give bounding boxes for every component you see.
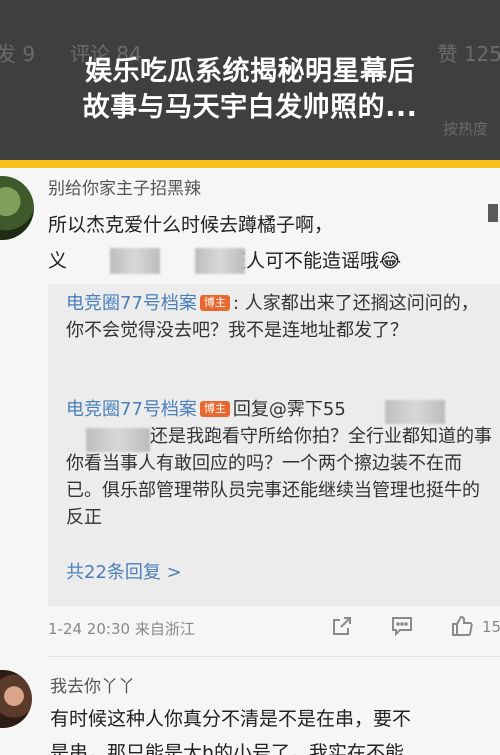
avatar[interactable] [0, 176, 34, 240]
like-count: 15 [482, 618, 500, 636]
reply-item: 电竞圈77号档案 博主: 人家都出来了还搁这问问的，你不会觉得没去吧？我不是连地址… [66, 290, 496, 344]
thumbs-up-icon[interactable] [450, 614, 474, 642]
page-title: 娱乐吃瓜系统揭秘明星幕后 故事与马天宇白发帅照的... [0, 54, 500, 126]
comment-text-line2-prefix: 义 [48, 250, 68, 272]
more-options-icon[interactable] [488, 204, 498, 222]
more-replies-link[interactable]: 共22条回复 > [66, 558, 182, 584]
comment-text-line1: 有时候这种人你真分不清是不是在串，要不 [50, 708, 412, 730]
laugh-emoji-icon: 😂 [379, 250, 402, 272]
divider [48, 656, 500, 657]
accent-stripe [0, 160, 500, 168]
comment-text-line2-suffix: 班人可不能造谣哦 [227, 250, 380, 272]
reply-username[interactable]: 电竞圈77号档案 [66, 399, 197, 420]
share-icon[interactable] [330, 614, 354, 642]
page-title-line1: 娱乐吃瓜系统揭秘明星幕后 [85, 56, 415, 87]
comment-meta: 1-24 20:30 来自浙江 [48, 618, 195, 639]
avatar[interactable] [0, 670, 32, 728]
blurred-text [110, 248, 160, 274]
page-title-line2: 故事与马天宇白发帅照的... [82, 92, 418, 123]
comment-text-line1: 所以杰克爱什么时候去蹲橘子啊， [48, 214, 334, 236]
blurred-text [86, 428, 150, 452]
title-banner: 发 9 评论 84 赞 125 按热度 娱乐吃瓜系统揭秘明星幕后 故事与马天宇白… [0, 0, 500, 160]
comment-username[interactable]: 别给你家主子招黑辣 [48, 174, 201, 199]
comment-username[interactable]: 我去你丫丫 [50, 672, 135, 697]
reply-to-mention[interactable]: 回复@霁下55 [233, 399, 346, 420]
comment-timestamp: 1-24 20:30 [48, 620, 131, 638]
comment-location: 来自浙江 [134, 620, 195, 638]
comment-text-line2: 是串，那只能是大h的小号了，我实在不能 [50, 742, 405, 755]
author-badge: 博主 [199, 295, 230, 311]
comment-list: 别给你家主子招黑辣 所以杰克爱什么时候去蹲橘子啊， 义 班人可不能造谣哦😂 电竞圈… [0, 168, 500, 755]
author-badge: 博主 [199, 401, 230, 417]
blurred-text [385, 400, 445, 424]
reply-username[interactable]: 电竞圈77号档案 [66, 293, 197, 314]
blurred-text [195, 248, 245, 274]
comment-icon[interactable] [390, 614, 414, 642]
